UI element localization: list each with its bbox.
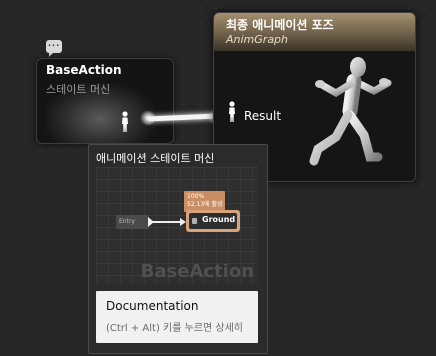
state-icon	[192, 218, 197, 224]
badge-active-time: 52.13에 활성	[187, 201, 223, 208]
documentation-title: Documentation	[106, 299, 199, 313]
comment-bubble-icon[interactable]: ···	[46, 40, 62, 57]
ground-state-label: Ground	[202, 215, 236, 224]
documentation-box: Documentation (Ctrl + Alt) 키를 누르면 상세히	[96, 291, 258, 343]
entry-label: Entry	[119, 218, 135, 225]
ground-state-node: Ground	[186, 210, 240, 232]
person-pose-icon[interactable]	[227, 101, 237, 123]
tooltip-title: 애니메이션 스테이트 머신	[96, 152, 215, 165]
state-machine-preview: Entry 100% 52.13에 활성 Ground BaseAction	[96, 167, 258, 285]
state-machine-node[interactable]: BaseAction 스테이트 머신	[36, 58, 174, 144]
active-state-badge: 100% 52.13에 활성	[184, 191, 225, 212]
badge-weight: 100%	[187, 193, 205, 200]
preview-watermark: BaseAction	[140, 261, 254, 282]
state-machine-tooltip: 애니메이션 스테이트 머신 Entry 100% 52.13에 활성 Groun…	[88, 144, 268, 354]
state-machine-subtitle: 스테이트 머신	[46, 83, 111, 96]
ground-state-inner: Ground	[189, 213, 237, 229]
entry-node: Entry	[116, 215, 149, 229]
entry-transition-wire	[152, 221, 182, 223]
mannequin-running-icon	[309, 57, 392, 166]
person-pose-icon[interactable]	[120, 111, 130, 133]
documentation-hint: (Ctrl + Alt) 키를 누르면 상세히	[106, 323, 244, 334]
final-pose-title: 최종 애니메이션 포즈	[226, 18, 334, 32]
final-pose-subtitle: AnimGraph	[226, 33, 289, 46]
anim-graph-canvas[interactable]: ··· BaseAction 스테이트 머신 최종 애니메이션 포즈 AnimG…	[0, 0, 436, 356]
result-pin-label: Result	[244, 109, 282, 123]
state-machine-title: BaseAction	[46, 63, 122, 77]
